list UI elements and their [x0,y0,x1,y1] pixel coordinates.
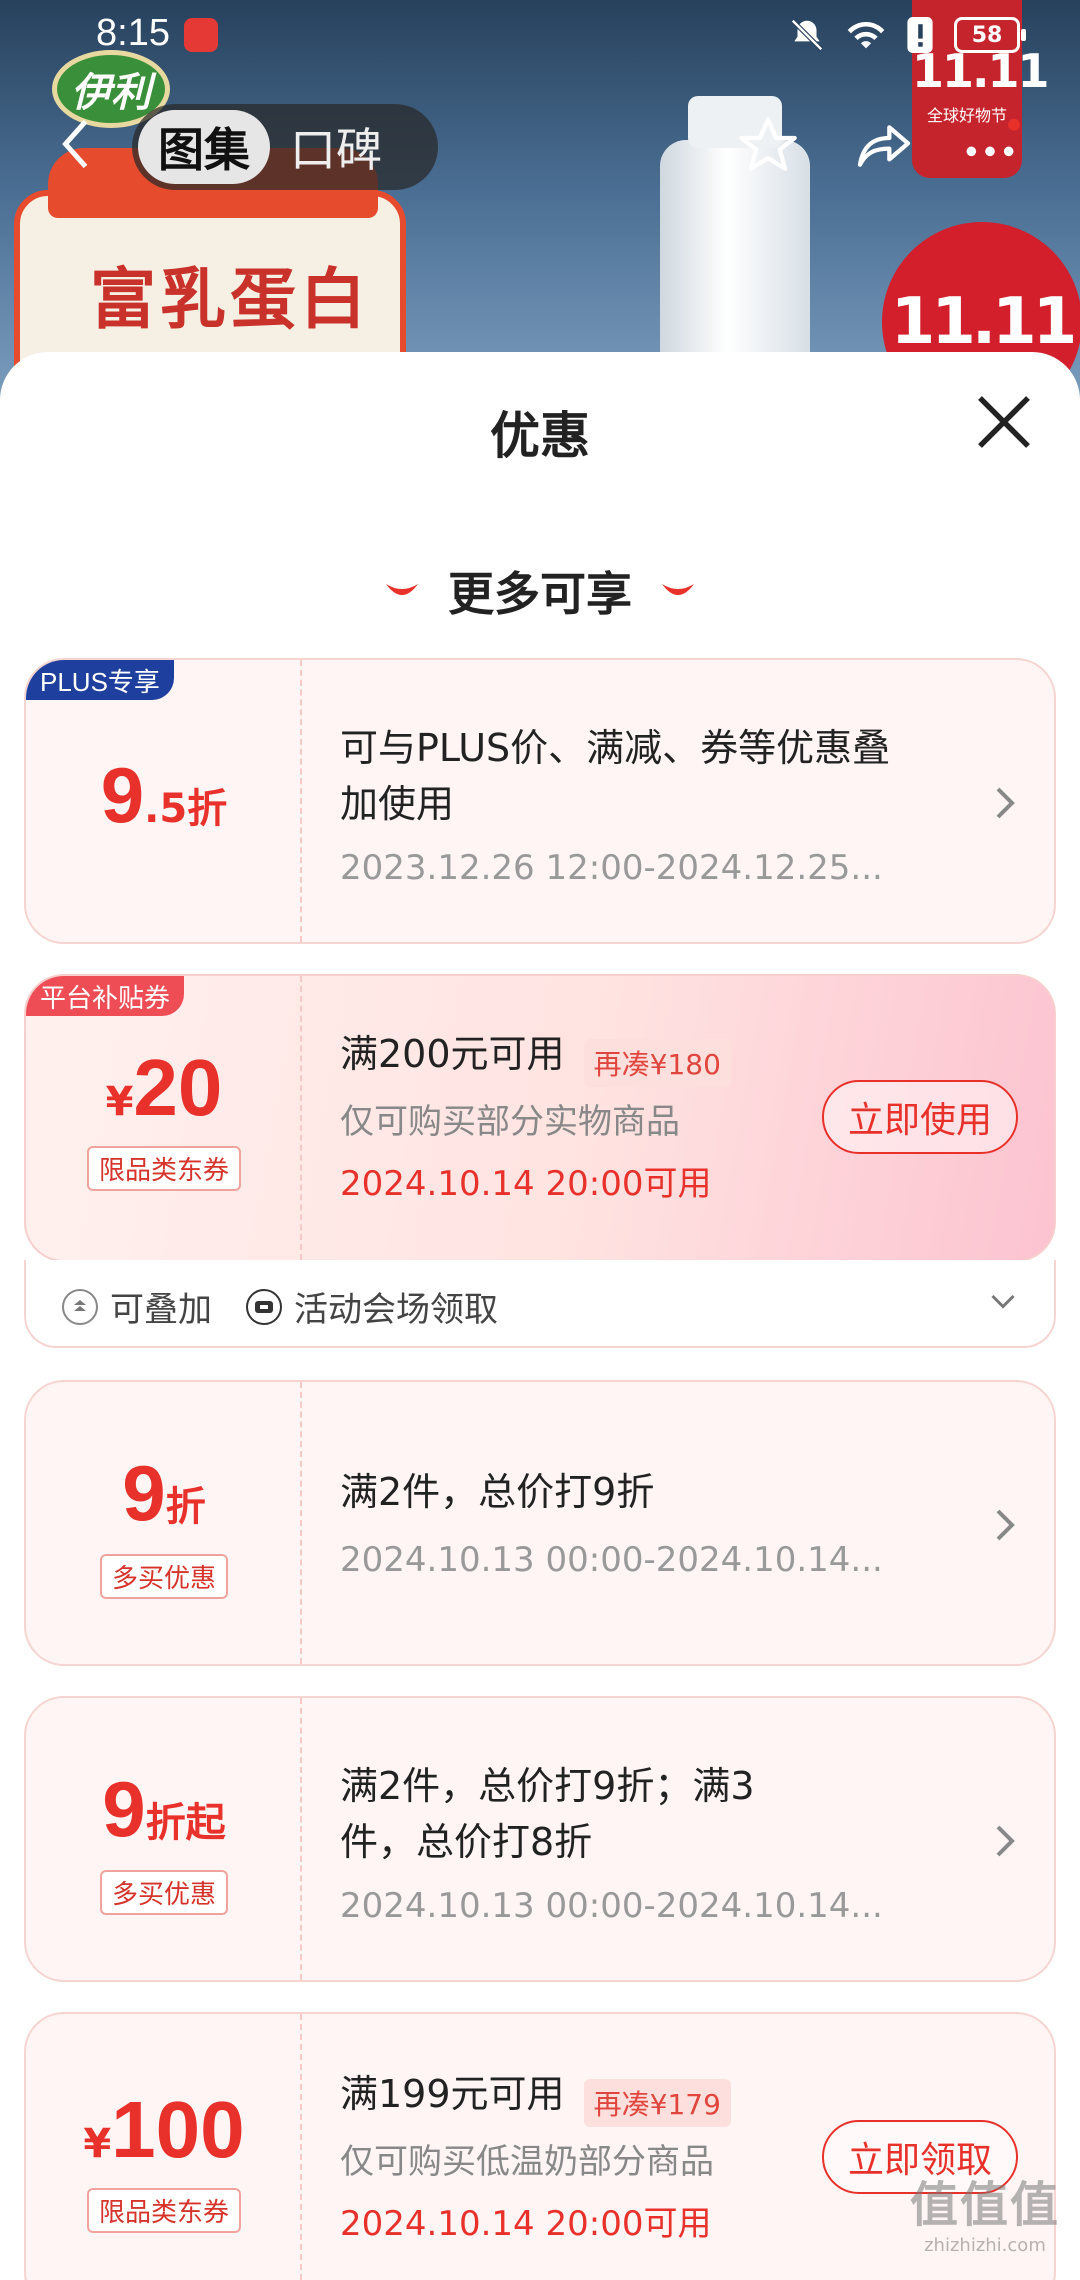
coupon-available-date: 2024.10.14 20:00可用 [340,2204,712,2244]
discount-value: 9 [100,751,145,839]
view-tabs: 图集 口碑 [132,104,438,190]
multibuy-tag: 多买优惠 [99,1554,228,1599]
coupon-card-subsidy[interactable]: 平台补贴券 ¥20 限品类东券 满200元可用 再凑¥180 仅可购买部分实物商… [24,974,1056,1262]
coupon-value-area: 9折 多买优惠 [26,1382,302,1664]
ticket-icon [246,1288,282,1325]
use-now-button[interactable]: 立即使用 [821,1080,1018,1154]
tab-gallery[interactable]: 图集 [138,110,270,184]
coupon-threshold: 满200元可用 [340,1032,565,1076]
coupon-description: 满2件，总价打9折 [340,1470,655,1514]
coupon-value-area: ¥20 限品类东券 [26,976,302,1260]
section-header: 更多可享 [0,558,1080,624]
coupon-date: 2024.10.13 00:00-2024.10.14... [340,1886,883,1926]
currency-symbol: ¥ [83,2121,112,2167]
coupon-info: 满2件，总价打9折 2024.10.13 00:00-2024.10.14... [340,1382,1054,1664]
category-coupon-tag: 限品类东券 [86,2188,241,2233]
close-icon[interactable] [968,386,1040,458]
stackable-text: 可叠加 [110,1290,212,1330]
coupon-extra-info: 可叠加 活动会场领取 [24,1260,1056,1348]
coupon-value-area: 9.5折 [26,660,302,942]
coupon-card-plus[interactable]: PLUS专享 9.5折 可与PLUS价、满减、券等优惠叠加使用 2023.12.… [24,658,1056,944]
smile-right-icon [662,584,694,595]
stack-icon [62,1288,98,1325]
discount-value: 9 [122,1449,166,1537]
chevron-right-icon [996,1509,1015,1541]
watermark-url: zhizhizhi.com [924,2235,1046,2256]
coupon-card-multibuy-tiered[interactable]: 9折起 多买优惠 满2件，总价打9折；满3件，总价打8折 2024.10.13 … [24,1696,1056,1982]
coupon-amount: 20 [133,1043,223,1132]
carton-text-line1: 富乳蛋白 [90,261,370,338]
battery-indicator: 58 [954,17,1026,53]
bell-off-icon [791,19,823,51]
coupon-date: 2023.12.26 12:00-2024.12.25... [340,848,883,888]
coupon-scope: 仅可购买部分实物商品 [340,1102,680,1142]
coupon-source-label: 活动会场领取 [246,1282,498,1331]
coupon-amount: 100 [111,2085,245,2174]
chevron-down-icon[interactable] [988,1290,1018,1314]
stackable-label: 可叠加 [62,1282,212,1331]
coupon-source-text: 活动会场领取 [294,1290,498,1330]
sheet-title: 优惠 [490,407,590,465]
share-icon[interactable] [852,114,916,178]
coupon-scope: 仅可购买低温奶部分商品 [340,2142,714,2182]
smile-left-icon [386,584,418,595]
multibuy-tag: 多买优惠 [99,1870,228,1915]
alert-icon [907,17,933,53]
discount-sheet: 优惠 更多可享 PLUS专享 9.5折 可与PLUS价、满减、券等优惠叠加使用 … [0,352,1080,2280]
wifi-icon [847,21,885,49]
category-coupon-tag: 限品类东券 [86,1146,241,1191]
remaining-amount-tag: 再凑¥180 [583,1038,731,1087]
coupon-date: 2024.10.13 00:00-2024.10.14... [340,1540,883,1580]
section-title: 更多可享 [448,567,632,621]
coupon-card-multibuy[interactable]: 9折 多买优惠 满2件，总价打9折 2024.10.13 00:00-2024.… [24,1380,1056,1666]
remaining-amount-tag: 再凑¥179 [583,2078,731,2127]
coupon-description: 满2件，总价打9折；满3件，总价打8折 [340,1764,755,1864]
coupon-info: 可与PLUS价、满减、券等优惠叠加使用 2023.12.26 12:00-202… [340,660,1054,942]
status-bar: 8:15 58 [0,0,1080,72]
coupon-value-area: 9折起 多买优惠 [26,1698,302,1980]
currency-symbol: ¥ [105,1079,134,1125]
coupon-info: 满2件，总价打9折；满3件，总价打8折 2024.10.13 00:00-202… [340,1698,1054,1980]
discount-unit: 折 [165,1484,206,1530]
watermark-text: 值值值 [909,2177,1060,2233]
coupon-available-date: 2024.10.14 20:00可用 [340,1164,712,1204]
discount-value: 9 [102,1765,146,1853]
discount-unit: 折起 [145,1800,226,1846]
top-navigation: 图集 口碑 [0,96,1080,196]
coupon-threshold: 满199元可用 [340,2072,565,2116]
discount-unit: .5折 [144,786,228,832]
back-arrow-icon[interactable] [48,114,108,174]
site-watermark: 值值值 zhizhizhi.com [910,2165,1060,2256]
more-icon[interactable] [958,114,1022,178]
tab-reviews[interactable]: 口碑 [270,110,402,184]
coupon-card-category[interactable]: ¥100 限品类东券 满199元可用 再凑¥179 仅可购买低温奶部分商品 20… [24,2012,1056,2280]
chevron-right-icon [996,787,1015,819]
star-icon[interactable] [736,114,800,178]
app-notification-icon [184,18,218,52]
coupon-description: 可与PLUS价、满减、券等优惠叠加使用 [340,726,891,826]
chevron-right-icon [996,1825,1015,1857]
coupon-value-area: ¥100 限品类东券 [26,2014,302,2280]
status-time: 8:15 [96,12,170,54]
